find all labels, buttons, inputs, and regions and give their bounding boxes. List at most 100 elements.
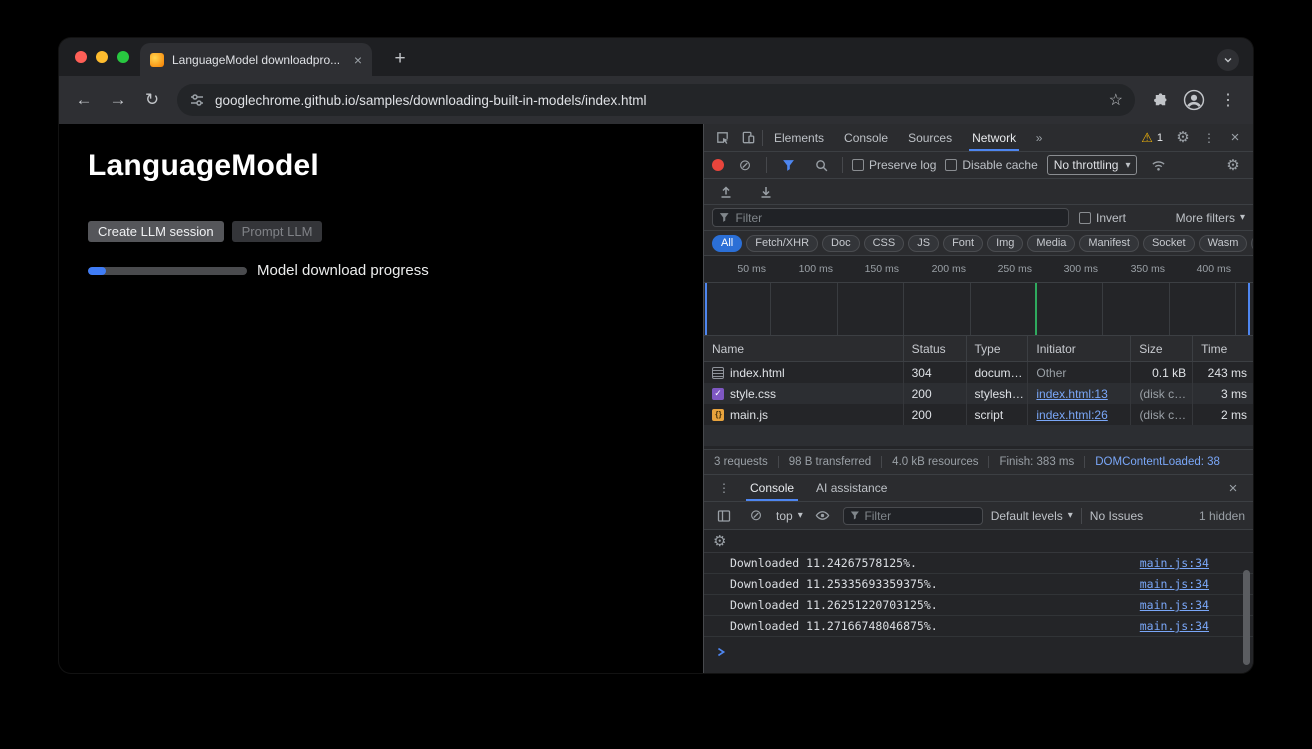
initiator-link[interactable]: index.html:26 [1036, 408, 1107, 422]
request-name: index.html [730, 366, 785, 380]
devtools-close-icon[interactable]: × [1223, 127, 1247, 149]
col-header-name[interactable]: Name [704, 336, 904, 361]
filter-text-field[interactable] [735, 211, 1062, 225]
message-source-link[interactable]: main.js:34 [1140, 598, 1209, 612]
minimize-window-button[interactable] [96, 51, 108, 63]
resource-chip-other[interactable]: Other [1251, 235, 1253, 252]
resource-chip-css[interactable]: CSS [864, 235, 905, 252]
close-window-button[interactable] [75, 51, 87, 63]
preserve-log-checkbox[interactable]: Preserve log [852, 158, 936, 172]
message-text: Downloaded 11.27166748046875%. [730, 619, 1140, 633]
resource-chip-media[interactable]: Media [1027, 235, 1075, 252]
throttling-select[interactable]: No throttling ▾ [1047, 155, 1138, 175]
network-request-row[interactable]: main.js 200 script index.html:26 (disk c… [704, 404, 1253, 425]
resource-chip-font[interactable]: Font [943, 235, 983, 252]
network-search-icon[interactable] [809, 154, 833, 176]
col-header-time[interactable]: Time [1193, 336, 1253, 361]
col-header-size[interactable]: Size [1131, 336, 1193, 361]
summary-dcl: DOMContentLoaded: 38 [1085, 456, 1230, 468]
warning-badge[interactable]: ⚠ 1 [1135, 130, 1169, 146]
timeline-tick-label: 200 ms [932, 263, 970, 275]
console-drawer-menu-icon[interactable]: ⋮ [712, 477, 736, 499]
devtools-tab-network[interactable]: Network [963, 124, 1025, 151]
back-button[interactable]: ← [69, 85, 99, 115]
bookmark-star-icon[interactable]: ☆ [1109, 90, 1123, 110]
url-text[interactable]: googlechrome.github.io/samples/downloadi… [215, 93, 1099, 108]
network-request-row[interactable]: index.html 304 docum… Other 0.1 kB 243 m… [704, 362, 1253, 383]
omnibox[interactable]: googlechrome.github.io/samples/downloadi… [177, 84, 1135, 116]
more-filters-dropdown[interactable]: More filters ▾ [1176, 211, 1245, 225]
device-toolbar-button[interactable] [736, 127, 760, 149]
console-settings-icon[interactable]: ⚙ [713, 530, 726, 552]
network-overview-timeline[interactable]: 50 ms 100 ms 150 ms 200 ms 250 ms 300 ms… [704, 256, 1253, 336]
devtools-tab-sources[interactable]: Sources [899, 124, 961, 151]
browser-tab[interactable]: LanguageModel downloadpro... × [140, 43, 372, 76]
drawer-tab-ai-assistance[interactable]: AI assistance [808, 475, 895, 501]
col-header-initiator[interactable]: Initiator [1028, 336, 1131, 361]
tab-strip: LanguageModel downloadpro... × + [59, 38, 1253, 76]
zoom-window-button[interactable] [117, 51, 129, 63]
network-request-row[interactable]: style.css 200 stylesh… index.html:13 (di… [704, 383, 1253, 404]
resource-chip-doc[interactable]: Doc [822, 235, 860, 252]
devtools-tab-elements[interactable]: Elements [765, 124, 833, 151]
hidden-messages-label[interactable]: 1 hidden [1199, 509, 1245, 523]
reload-button[interactable]: ↻ [137, 85, 167, 115]
tab-search-button[interactable] [1217, 49, 1239, 71]
drawer-tab-console[interactable]: Console [742, 475, 802, 501]
record-button[interactable] [712, 159, 724, 171]
import-har-icon[interactable] [714, 181, 738, 203]
network-conditions-icon[interactable] [1146, 154, 1170, 176]
message-source-link[interactable]: main.js:34 [1140, 577, 1209, 591]
forward-button[interactable]: → [103, 85, 133, 115]
site-settings-icon[interactable] [189, 92, 205, 108]
network-filter-icon[interactable] [776, 154, 800, 176]
clear-network-icon[interactable]: ⊘ [733, 154, 757, 176]
log-levels-dropdown[interactable]: Default levels ▾ [991, 509, 1073, 523]
invert-checkbox[interactable]: Invert [1079, 211, 1126, 225]
console-scrollbar[interactable] [1243, 570, 1250, 665]
network-settings-icon[interactable]: ⚙ [1221, 154, 1245, 176]
web-page: LanguageModel Create LLM session Prompt … [59, 124, 703, 673]
devtools-tab-console[interactable]: Console [835, 124, 897, 151]
timeline-tick-label: 400 ms [1197, 263, 1235, 275]
col-header-status[interactable]: Status [904, 336, 967, 361]
new-tab-button[interactable]: + [387, 46, 413, 72]
console-sidebar-toggle-icon[interactable] [712, 505, 736, 527]
resource-chip-wasm[interactable]: Wasm [1199, 235, 1248, 252]
devtools-menu-icon[interactable]: ⋮ [1197, 127, 1221, 149]
disable-cache-checkbox[interactable]: Disable cache [945, 158, 1037, 172]
browser-menu-icon[interactable]: ⋮ [1213, 85, 1243, 115]
export-har-icon[interactable] [754, 181, 778, 203]
extensions-icon[interactable] [1145, 85, 1175, 115]
network-filter-input[interactable] [712, 208, 1069, 227]
resource-chip-js[interactable]: JS [908, 235, 939, 252]
console-prompt[interactable] [704, 639, 1253, 673]
initiator-link[interactable]: index.html:13 [1036, 387, 1107, 401]
no-issues-label[interactable]: No Issues [1090, 509, 1143, 523]
message-source-link[interactable]: main.js:34 [1140, 619, 1209, 633]
drawer-close-icon[interactable]: × [1221, 477, 1245, 499]
network-filter-row: Invert More filters ▾ [704, 205, 1253, 231]
tab-close-icon[interactable]: × [354, 53, 362, 67]
console-filter-input[interactable] [843, 507, 983, 525]
request-name-cell: style.css [704, 383, 904, 404]
profile-avatar[interactable] [1179, 85, 1209, 115]
col-header-type[interactable]: Type [967, 336, 1029, 361]
devtools-settings-icon[interactable]: ⚙ [1171, 127, 1195, 149]
browser-window: LanguageModel downloadpro... × + ← → ↻ g… [59, 38, 1253, 673]
message-source-link[interactable]: main.js:34 [1140, 556, 1209, 570]
resource-chip-all[interactable]: All [712, 235, 742, 252]
resource-chip-manifest[interactable]: Manifest [1079, 235, 1139, 252]
console-filter-field[interactable] [864, 509, 975, 523]
clear-console-icon[interactable]: ⊘ [744, 505, 768, 527]
resource-chip-img[interactable]: Img [987, 235, 1023, 252]
more-panels-icon[interactable]: » [1027, 127, 1051, 149]
live-expression-eye-icon[interactable] [811, 505, 835, 527]
resource-chip-fetch-xhr[interactable]: Fetch/XHR [746, 235, 818, 252]
create-llm-session-button[interactable]: Create LLM session [88, 221, 224, 242]
divider [766, 157, 767, 173]
inspect-element-button[interactable] [710, 127, 734, 149]
context-selector[interactable]: top ▾ [776, 509, 803, 523]
resource-chip-socket[interactable]: Socket [1143, 235, 1195, 252]
prompt-llm-button[interactable]: Prompt LLM [232, 221, 323, 242]
